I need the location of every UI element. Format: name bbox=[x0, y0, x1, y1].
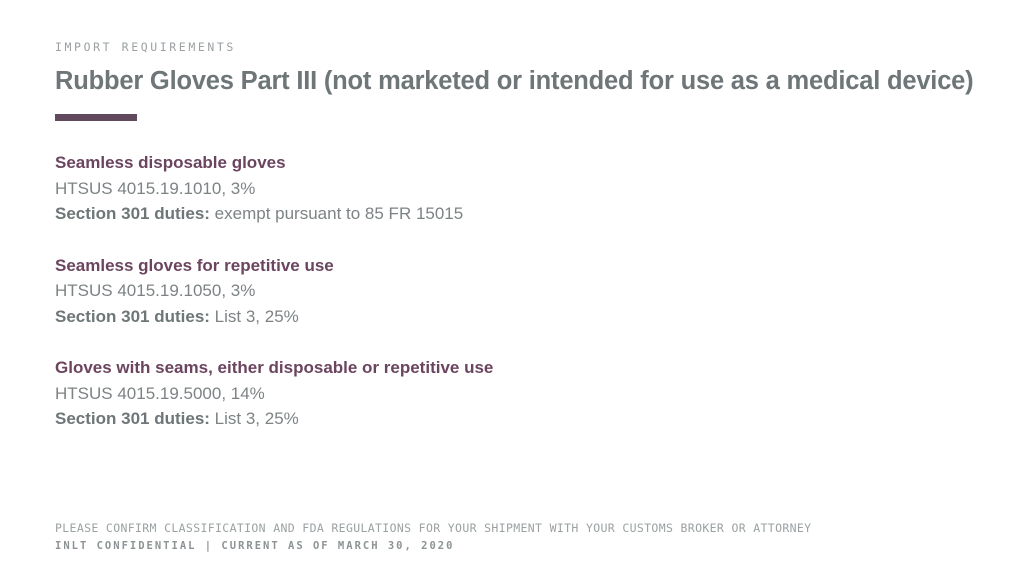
entry-htsus-code: HTSUS 4015.19.1010, 3% bbox=[55, 178, 256, 198]
entry-title: Seamless gloves for repetitive use bbox=[55, 255, 334, 275]
entry-duties-value: List 3, 25% bbox=[214, 306, 299, 326]
eyebrow-label: IMPORT REQUIREMENTS bbox=[55, 40, 236, 54]
entries-list: Seamless disposable gloves HTSUS 4015.19… bbox=[55, 150, 1004, 432]
entry-duties-label: Section 301 duties: bbox=[55, 409, 210, 428]
title-accent-bar bbox=[55, 114, 137, 122]
slide-canvas: IMPORT REQUIREMENTS Rubber Gloves Part I… bbox=[0, 0, 1024, 576]
list-item: Seamless disposable gloves HTSUS 4015.19… bbox=[55, 150, 1004, 227]
entry-title: Gloves with seams, either disposable or … bbox=[55, 358, 494, 377]
list-item: Seamless gloves for repetitive use HTSUS… bbox=[55, 253, 1004, 330]
entry-htsus-code: HTSUS 4015.19.5000, 14% bbox=[55, 383, 265, 403]
slide-header: IMPORT REQUIREMENTS Rubber Gloves Part I… bbox=[55, 40, 1014, 122]
entry-duties-line: Section 301 duties: exempt pursuant to 8… bbox=[55, 201, 1004, 227]
entry-title: Seamless disposable gloves bbox=[55, 153, 286, 172]
entry-duties-label: Section 301 duties: bbox=[55, 306, 210, 326]
entry-duties-line: Section 301 duties: List 3, 25% bbox=[55, 406, 1004, 432]
footer-confidential-notice: INLT CONFIDENTIAL | CURRENT AS OF MARCH … bbox=[55, 540, 455, 552]
list-item: Gloves with seams, either disposable or … bbox=[55, 355, 1004, 432]
entry-htsus-code: HTSUS 4015.19.1050, 3% bbox=[55, 281, 256, 300]
slide-footer: PLEASE CONFIRM CLASSIFICATION AND FDA RE… bbox=[55, 519, 811, 555]
entry-duties-value: exempt pursuant to 85 FR 15015 bbox=[214, 204, 464, 223]
entry-duties-label: Section 301 duties: bbox=[55, 204, 210, 223]
entry-duties-line: Section 301 duties: List 3, 25% bbox=[55, 304, 1004, 330]
page-title: Rubber Gloves Part III (not marketed or … bbox=[55, 67, 974, 95]
entry-duties-value: List 3, 25% bbox=[214, 409, 299, 428]
footer-disclaimer: PLEASE CONFIRM CLASSIFICATION AND FDA RE… bbox=[55, 521, 812, 535]
